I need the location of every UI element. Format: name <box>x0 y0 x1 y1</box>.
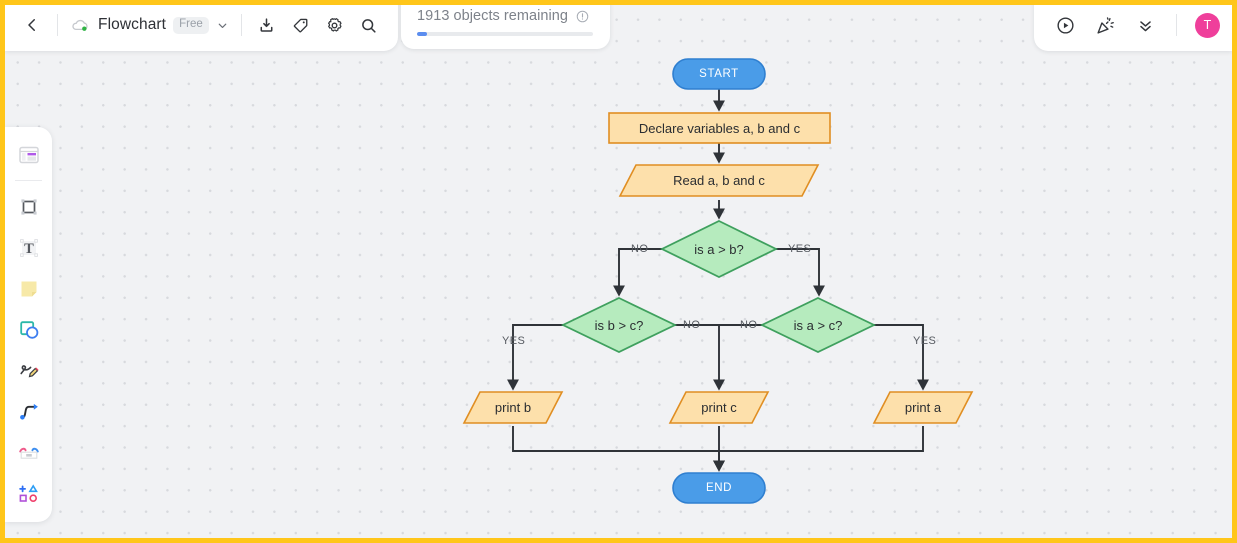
settings-gear-icon[interactable] <box>318 8 352 42</box>
search-icon[interactable] <box>352 8 386 42</box>
topbar-divider-2 <box>240 14 242 36</box>
topbar-divider-3 <box>1176 14 1177 36</box>
node-print-a[interactable] <box>872 391 974 424</box>
node-declare[interactable] <box>608 112 831 144</box>
objects-progress-fill <box>417 32 427 36</box>
present-play-icon[interactable] <box>1048 8 1082 42</box>
celebrate-icon[interactable] <box>1088 8 1122 42</box>
curve-connector-icon[interactable] <box>10 393 48 431</box>
topbar-divider-1 <box>57 14 58 36</box>
topbar-right-group: T <box>1034 5 1232 51</box>
tool-rail: T <box>5 127 52 522</box>
chevron-down-icon[interactable] <box>216 19 229 32</box>
node-decision-bc[interactable] <box>560 297 678 353</box>
node-print-c[interactable] <box>668 391 770 424</box>
topbar-left-group: Flowchart Free <box>5 5 398 51</box>
node-start[interactable] <box>672 58 766 90</box>
node-decision-ac[interactable] <box>759 297 877 353</box>
info-circle-icon[interactable] <box>575 9 590 24</box>
svg-text:T: T <box>24 241 34 257</box>
shapes-icon[interactable] <box>10 311 48 349</box>
node-end[interactable] <box>672 472 766 504</box>
app-window: START Declare variables a, b and c Read … <box>0 0 1237 543</box>
templates-icon[interactable] <box>10 136 48 174</box>
user-avatar[interactable]: T <box>1195 12 1220 38</box>
tag-icon[interactable] <box>284 8 318 42</box>
plan-badge: Free <box>173 16 209 34</box>
more-shapes-icon[interactable] <box>10 475 48 513</box>
tool-rail-divider <box>15 180 42 181</box>
import-icon[interactable] <box>250 8 284 42</box>
objects-progress-bar <box>417 32 593 36</box>
objects-remaining-panel[interactable]: 1913 objects remaining <box>401 5 610 49</box>
cloud-sync-icon <box>70 15 91 36</box>
objects-remaining-label: 1913 objects remaining <box>417 8 569 24</box>
back-button[interactable] <box>15 8 49 42</box>
double-chevron-down-icon[interactable] <box>1128 8 1162 42</box>
node-print-b[interactable] <box>462 391 564 424</box>
text-icon[interactable]: T <box>10 229 48 267</box>
select-frame-icon[interactable] <box>10 188 48 226</box>
pen-draw-icon[interactable] <box>10 352 48 390</box>
node-read[interactable] <box>618 164 820 197</box>
objects-remaining-row: 1913 objects remaining <box>417 8 594 24</box>
flowchart-diagram[interactable]: START Declare variables a, b and c Read … <box>5 5 1232 538</box>
sticky-note-icon[interactable] <box>10 270 48 308</box>
document-menu[interactable]: Flowchart Free <box>66 15 233 36</box>
node-decision-ab[interactable] <box>659 219 779 279</box>
document-title: Flowchart <box>98 16 167 33</box>
table-icon[interactable] <box>10 434 48 472</box>
